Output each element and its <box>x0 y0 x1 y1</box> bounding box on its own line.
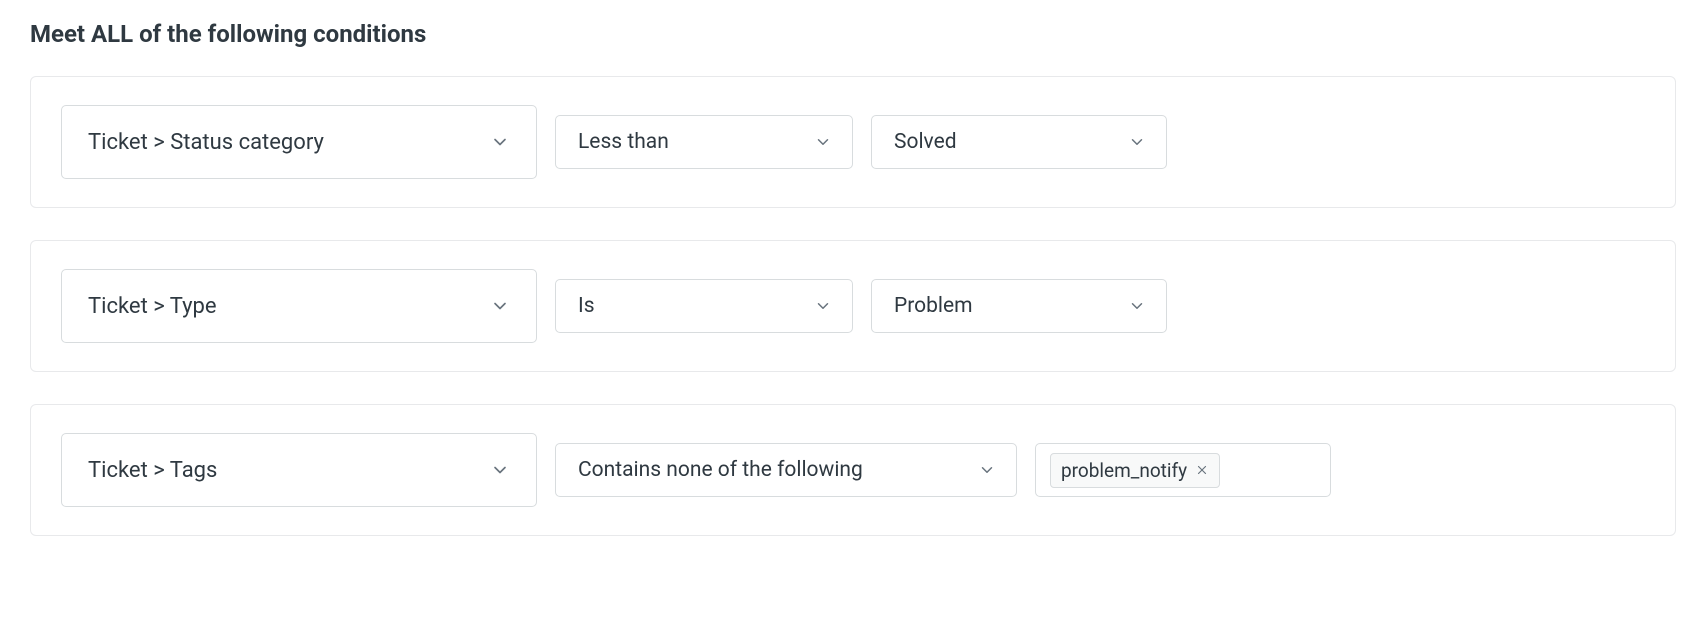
condition-operator-label: Less than <box>578 130 669 154</box>
condition-field-label: Ticket > Status category <box>88 130 324 155</box>
chevron-down-icon <box>978 461 996 479</box>
section-title: Meet ALL of the following conditions <box>30 20 1676 48</box>
chevron-down-icon <box>814 133 832 151</box>
tag-chip: problem_notify <box>1050 453 1220 488</box>
close-icon <box>1195 463 1209 477</box>
condition-tags-input[interactable]: problem_notify <box>1035 443 1331 497</box>
tag-remove-button[interactable] <box>1195 463 1209 477</box>
condition-operator-select[interactable]: Contains none of the following <box>555 443 1017 497</box>
chevron-down-icon <box>1128 133 1146 151</box>
condition-field-select[interactable]: Ticket > Type <box>61 269 537 343</box>
condition-field-label: Ticket > Type <box>88 294 217 319</box>
condition-field-select[interactable]: Ticket > Status category <box>61 105 537 179</box>
condition-operator-select[interactable]: Less than <box>555 115 853 169</box>
condition-field-select[interactable]: Ticket > Tags <box>61 433 537 507</box>
chevron-down-icon <box>490 460 510 480</box>
chevron-down-icon <box>814 297 832 315</box>
chevron-down-icon <box>490 296 510 316</box>
condition-value-select[interactable]: Solved <box>871 115 1167 169</box>
condition-operator-label: Is <box>578 294 595 318</box>
condition-operator-label: Contains none of the following <box>578 458 863 482</box>
condition-row: Ticket > Type Is Problem <box>30 240 1676 372</box>
condition-operator-select[interactable]: Is <box>555 279 853 333</box>
condition-value-label: Solved <box>894 130 957 154</box>
condition-row: Ticket > Status category Less than Solve… <box>30 76 1676 208</box>
condition-value-label: Problem <box>894 294 973 318</box>
chevron-down-icon <box>490 132 510 152</box>
condition-field-label: Ticket > Tags <box>88 458 217 483</box>
tag-chip-label: problem_notify <box>1061 459 1187 482</box>
chevron-down-icon <box>1128 297 1146 315</box>
condition-row: Ticket > Tags Contains none of the follo… <box>30 404 1676 536</box>
condition-value-select[interactable]: Problem <box>871 279 1167 333</box>
